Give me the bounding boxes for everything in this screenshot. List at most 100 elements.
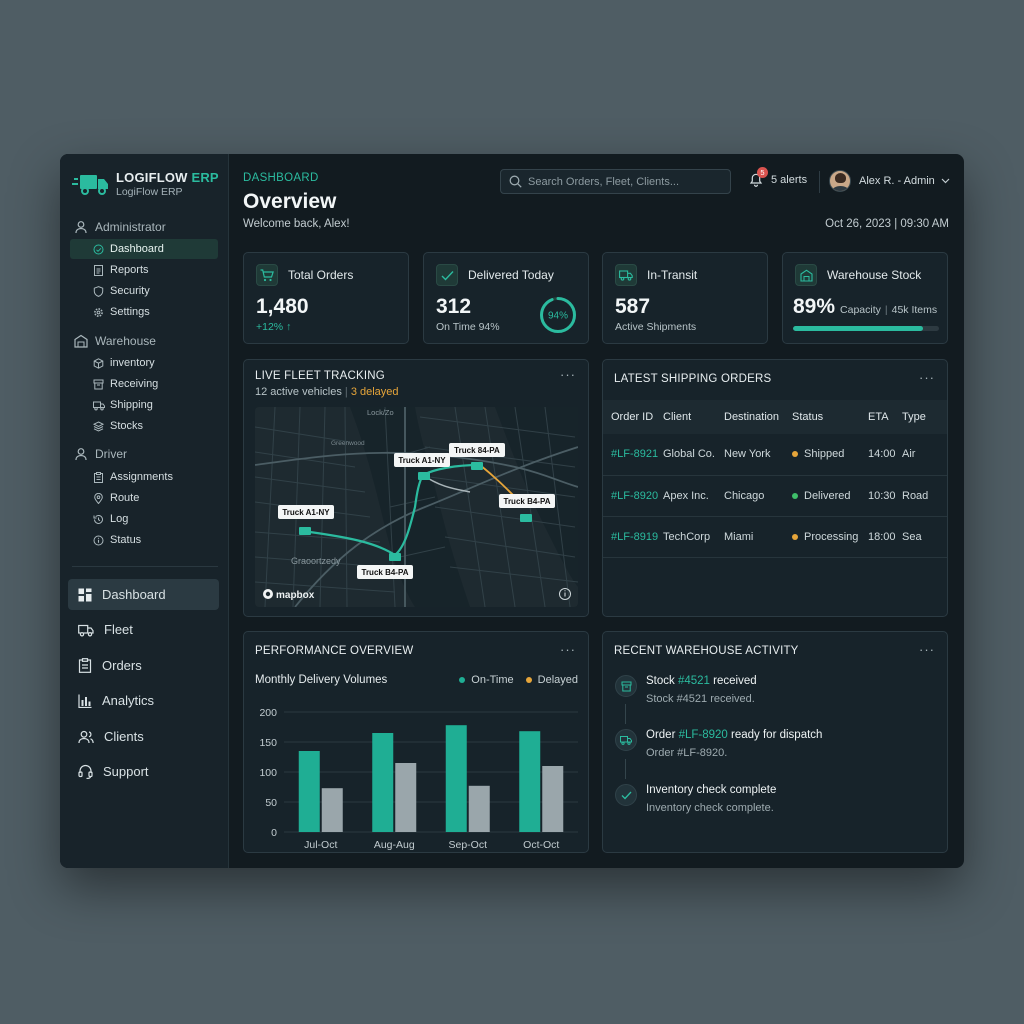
- kpi-warehouse-stock[interactable]: Warehouse Stock 89% Capacity | 45k Items: [782, 252, 948, 344]
- cart-icon: [256, 264, 278, 286]
- order-id[interactable]: #LF-8921: [603, 434, 663, 476]
- brand-title: LOGIFLOW ERP: [116, 170, 219, 185]
- delivery-bar-chart: 0 50 100 150 200 Jul-Oct Aug-Aug Sep-Oct Oct-Oct: [259, 707, 578, 851]
- brand-subtitle: LogiFlow ERP: [116, 186, 183, 198]
- breadcrumb[interactable]: DASHBOARD: [243, 172, 319, 184]
- kpi-delivered-today[interactable]: Delivered Today 312 On Time 94% 94%: [423, 252, 589, 344]
- sidebar-item-security[interactable]: Security: [70, 281, 218, 301]
- map-truck-label[interactable]: Truck A1-NY: [278, 505, 334, 519]
- nav-clients[interactable]: Clients: [68, 721, 219, 752]
- status-dot: [792, 451, 798, 458]
- sidebar-item-receiving[interactable]: Receiving: [70, 374, 218, 394]
- section-administrator[interactable]: Administrator: [74, 220, 166, 234]
- activity-title: Order #LF-8920 ready for dispatch: [646, 729, 823, 741]
- sidebar-item-settings[interactable]: Settings: [70, 302, 218, 322]
- sidebar-item-assignments[interactable]: Assignments: [70, 467, 218, 487]
- fleet-map[interactable]: Truck A1-NY Truck B4-PA Truck A1-NY Truc…: [255, 407, 578, 607]
- svg-text:Truck B4-PA: Truck B4-PA: [362, 568, 409, 577]
- order-destination: Miami: [724, 516, 792, 558]
- table-row[interactable]: #LF-8920 Apex Inc. Chicago Delivered 10:…: [603, 475, 947, 517]
- receive-icon: [93, 379, 104, 389]
- section-warehouse[interactable]: Warehouse: [74, 334, 156, 348]
- sidebar-item-shipping[interactable]: Shipping: [70, 395, 218, 415]
- bar-on-time[interactable]: [445, 725, 467, 832]
- activity-title: Stock #4521 received: [646, 675, 757, 687]
- user-menu[interactable]: Alex R. - Admin: [829, 170, 950, 192]
- x-tick-label: Oct-Oct: [523, 839, 559, 851]
- status-dot: [792, 492, 798, 499]
- avatar: [829, 170, 851, 192]
- col-client[interactable]: Client: [663, 400, 724, 434]
- activity-subtitle: Stock #4521 received.: [646, 693, 755, 705]
- pin-icon: [94, 492, 103, 504]
- gauge-icon: [93, 244, 104, 254]
- bar-on-time[interactable]: [519, 731, 541, 832]
- bar-delayed[interactable]: [542, 766, 564, 832]
- bar-on-time[interactable]: [372, 733, 394, 832]
- kpi-ontime: On Time 94%: [436, 321, 500, 333]
- bar-delayed[interactable]: [321, 788, 343, 832]
- more-menu-icon[interactable]: ···: [919, 370, 935, 385]
- brand[interactable]: LOGIFLOW ERP LogiFlow ERP: [72, 170, 219, 198]
- nav-support[interactable]: Support: [68, 756, 219, 787]
- table-row[interactable]: #LF-8919 TechCorp Miami Processing 18:00…: [603, 516, 947, 558]
- sidebar-item-reports[interactable]: Reports: [70, 260, 218, 280]
- shield-icon: [93, 285, 104, 297]
- x-tick-label: Sep-Oct: [448, 839, 487, 851]
- col-status[interactable]: Status: [792, 400, 868, 434]
- chevron-down-icon: [941, 178, 950, 184]
- nav-dashboard[interactable]: Dashboard: [68, 579, 219, 610]
- bar-delayed[interactable]: [468, 785, 490, 832]
- truck-icon: [615, 264, 637, 286]
- col-order-id[interactable]: Order ID: [603, 400, 663, 434]
- table-row[interactable]: #LF-8921 Global Co. New York Shipped 14:…: [603, 434, 947, 476]
- sidebar-item-log[interactable]: Log: [70, 509, 218, 529]
- bar-on-time[interactable]: [298, 751, 320, 832]
- search-input[interactable]: Search Orders, Fleet, Clients...: [500, 169, 731, 194]
- panel-title: RECENT WAREHOUSE ACTIVITY: [614, 645, 799, 657]
- kpi-total-orders[interactable]: Total Orders 1,480 +12% ↑: [243, 252, 409, 344]
- kpi-sub: Active Shipments: [615, 321, 697, 333]
- more-menu-icon[interactable]: ···: [919, 642, 935, 657]
- sidebar-item-inventory[interactable]: inventory: [70, 353, 218, 373]
- map-truck-label[interactable]: Truck A1-NY: [394, 453, 450, 467]
- more-menu-icon[interactable]: ···: [560, 367, 576, 382]
- box-icon: [93, 357, 104, 369]
- alerts-button[interactable]: 5 5 alerts: [749, 167, 808, 188]
- alerts-label: 5 alerts: [771, 174, 808, 186]
- order-client: Global Co.: [663, 434, 724, 476]
- col-destination[interactable]: Destination: [724, 400, 792, 434]
- sidebar-item-stocks[interactable]: Stocks: [70, 416, 218, 436]
- map-truck-label[interactable]: Truck B4-PA: [357, 565, 413, 579]
- order-status: Delivered: [792, 475, 868, 517]
- order-id[interactable]: #LF-8919: [603, 516, 663, 558]
- order-eta: 18:00: [868, 516, 902, 558]
- fleet-subtitle: 12 active vehicles | 3 delayed: [255, 386, 399, 398]
- nav-analytics[interactable]: Analytics: [68, 685, 219, 716]
- nav-orders[interactable]: Orders: [68, 650, 219, 681]
- section-driver[interactable]: Driver: [74, 447, 127, 461]
- sidebar-item-route[interactable]: Route: [70, 488, 218, 508]
- order-id[interactable]: #LF-8920: [603, 475, 663, 517]
- map-truck-label[interactable]: Truck B4-PA: [499, 494, 555, 508]
- col-eta[interactable]: ETA: [868, 400, 902, 434]
- col-type[interactable]: Type: [902, 400, 947, 434]
- truck-icon: [78, 624, 94, 636]
- kpi-label: Warehouse Stock: [827, 268, 922, 282]
- more-menu-icon[interactable]: ···: [560, 642, 576, 657]
- sidebar-item-status[interactable]: Status: [70, 530, 218, 550]
- sidebar-item-dashboard[interactable]: Dashboard: [70, 239, 218, 259]
- warehouse-icon: [74, 334, 88, 348]
- order-client: Apex Inc.: [663, 475, 724, 517]
- bar-chart-icon: [78, 694, 92, 708]
- report-icon: [94, 264, 103, 276]
- kpi-in-transit[interactable]: In-Transit 587 Active Shipments: [602, 252, 768, 344]
- bar-delayed[interactable]: [395, 763, 417, 832]
- check-icon: [615, 784, 637, 806]
- map-truck-label[interactable]: Truck 84-PA: [449, 443, 505, 457]
- page-title: Overview: [243, 190, 337, 213]
- status-dot: [792, 533, 798, 540]
- performance-panel: PERFORMANCE OVERVIEW ··· Monthly Deliver…: [243, 631, 589, 853]
- truck-icon: [615, 729, 637, 751]
- nav-fleet[interactable]: Fleet: [68, 614, 219, 645]
